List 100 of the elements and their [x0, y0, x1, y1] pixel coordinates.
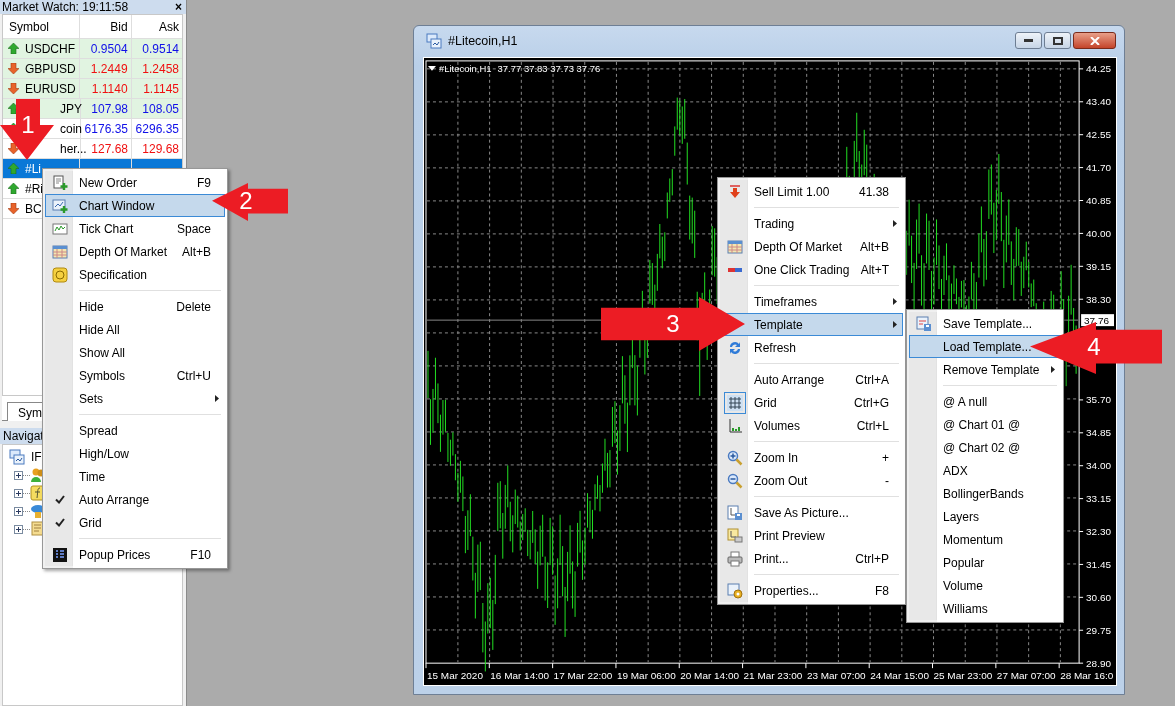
- price-label: 33.15: [1086, 493, 1112, 505]
- menu-item[interactable]: Spread: [45, 419, 225, 442]
- menu-item[interactable]: Hide Delete: [45, 295, 225, 318]
- panel-title: Navigat: [3, 429, 44, 443]
- menu-item[interactable]: Grid Ctrl+G: [720, 391, 903, 414]
- column-header[interactable]: Symbol: [9, 19, 49, 34]
- expand-icon[interactable]: [14, 524, 23, 534]
- time-label: 16 Mar 14:00: [490, 670, 550, 682]
- symbol-text: JPY: [60, 101, 82, 116]
- menu-item[interactable]: One Click Trading Alt+T: [720, 258, 903, 281]
- price-label: 41.70: [1086, 162, 1112, 174]
- menu-item[interactable]: @ Chart 02 @: [909, 436, 1061, 459]
- down-arrow-icon: [8, 203, 19, 214]
- symbol-text: BC: [25, 201, 42, 216]
- up-arrow-icon: [8, 43, 19, 54]
- menu-item[interactable]: Popular: [909, 551, 1061, 574]
- menu-item[interactable]: Popup Prices F10: [45, 543, 225, 566]
- minimize-button[interactable]: [1015, 32, 1042, 49]
- window-title: #Litecoin,H1: [448, 33, 519, 48]
- table-row[interactable]: USDCHF 0.9504 0.9514: [3, 39, 182, 59]
- menu-item[interactable]: Zoom Out -: [720, 469, 903, 492]
- menu-item[interactable]: High/Low: [45, 442, 225, 465]
- column-header[interactable]: Bid: [110, 19, 128, 34]
- menu-item[interactable]: Save Template...: [909, 312, 1061, 335]
- symbol-text: GBPUSD: [25, 61, 76, 76]
- menu-item[interactable]: Momentum: [909, 528, 1061, 551]
- menu-item[interactable]: Time: [45, 465, 225, 488]
- column-header[interactable]: Ask: [159, 19, 179, 34]
- maximize-button[interactable]: [1044, 32, 1071, 49]
- menu-item[interactable]: Specification: [45, 263, 225, 286]
- menu-item[interactable]: Hide All: [45, 318, 225, 341]
- menu-item[interactable]: Chart Window: [45, 194, 225, 217]
- expand-icon[interactable]: [14, 506, 23, 516]
- symbol-text: #Li: [25, 161, 41, 176]
- price-board-icon: [52, 546, 68, 563]
- tree-item[interactable]: IF: [31, 450, 42, 464]
- menu-item[interactable]: Auto Arrange Ctrl+A: [720, 368, 903, 391]
- menu-item[interactable]: Volume: [909, 574, 1061, 597]
- menu-item[interactable]: Print Preview: [720, 524, 903, 547]
- menu-item[interactable]: BollingerBands: [909, 482, 1061, 505]
- ask-price: 108.05: [142, 101, 179, 116]
- menu-item[interactable]: Auto Arrange: [45, 488, 225, 511]
- tick-chart-icon: [52, 220, 68, 237]
- bid-price: 0.9504: [90, 41, 128, 56]
- zoom-out-icon: [727, 472, 743, 489]
- menu-item[interactable]: Zoom In +: [720, 446, 903, 469]
- collapse-icon[interactable]: [428, 65, 436, 71]
- menu-item[interactable]: @ Chart 01 @: [909, 413, 1061, 436]
- bid-price: 1.1140: [91, 81, 128, 96]
- time-label: 25 Mar 23:00: [933, 670, 993, 682]
- menu-item[interactable]: Grid: [45, 511, 225, 534]
- menu-item[interactable]: Volumes Ctrl+L: [720, 414, 903, 437]
- menu-item[interactable]: Symbols Ctrl+U: [45, 364, 225, 387]
- down-arrow-icon: [8, 143, 19, 154]
- chart-symbol: #Litecoin,H1: [438, 62, 492, 74]
- time-label: 21 Mar 23:00: [743, 670, 803, 682]
- menu-item[interactable]: Timeframes: [720, 290, 903, 313]
- menu-item[interactable]: ADX: [909, 459, 1061, 482]
- time-label: 23 Mar 07:00: [806, 670, 866, 682]
- down-arrow-icon: [8, 63, 19, 74]
- price-label: 31.45: [1086, 558, 1112, 570]
- bid-price: 127.68: [91, 141, 128, 156]
- close-button[interactable]: [1073, 32, 1116, 49]
- menu-item[interactable]: Tick Chart Space: [45, 217, 225, 240]
- menu-item[interactable]: Properties... F8: [720, 579, 903, 602]
- expand-icon[interactable]: [14, 470, 23, 480]
- price-label: 34.00: [1086, 460, 1112, 472]
- menu-item[interactable]: New Order F9: [45, 171, 225, 194]
- up-arrow-icon: [8, 183, 19, 194]
- menu-item[interactable]: Williams: [909, 597, 1061, 620]
- menu-item[interactable]: Layers: [909, 505, 1061, 528]
- menu-item[interactable]: Print... Ctrl+P: [720, 547, 903, 570]
- ask-price: 0.9514: [142, 41, 179, 56]
- symbol-text: USDCHF: [25, 41, 75, 56]
- current-price-label: 37.76: [1084, 314, 1110, 326]
- table-row[interactable]: EURUSD 1.1140 1.1145: [3, 79, 182, 99]
- menu-item[interactable]: Refresh: [720, 336, 903, 359]
- up-arrow-icon: [8, 103, 19, 114]
- time-label: 17 Mar 22:00: [553, 670, 613, 682]
- menu-item[interactable]: @ A null: [909, 390, 1061, 413]
- properties-icon: [727, 582, 743, 599]
- menu-item[interactable]: Trading: [720, 212, 903, 235]
- save-picture-icon: [727, 504, 743, 521]
- menu-item[interactable]: Save As Picture...: [720, 501, 903, 524]
- menu-item[interactable]: Show All: [45, 341, 225, 364]
- menu-item[interactable]: Sell Limit 1.00 41.38: [720, 180, 903, 203]
- price-label: 32.30: [1086, 526, 1112, 537]
- time-label: 15 Mar 2020: [427, 670, 483, 682]
- close-button[interactable]: ×: [175, 0, 182, 14]
- price-label: 40.85: [1086, 195, 1112, 206]
- expand-icon[interactable]: [14, 488, 23, 498]
- table-row[interactable]: GBPUSD 1.2449 1.2458: [3, 59, 182, 79]
- menu-item[interactable]: Depth Of Market Alt+B: [720, 235, 903, 258]
- symbol-text: #Ri: [25, 181, 43, 196]
- menu-item[interactable]: Load Template...: [909, 335, 1061, 358]
- bid-price: 6176.35: [84, 121, 128, 136]
- ask-price: 1.1145: [143, 81, 179, 96]
- menu-item[interactable]: Remove Template: [909, 358, 1061, 381]
- ohlc-values: 37.77 37.83 37.73 37.76: [497, 62, 601, 74]
- menu-item[interactable]: Depth Of Market Alt+B: [45, 240, 225, 263]
